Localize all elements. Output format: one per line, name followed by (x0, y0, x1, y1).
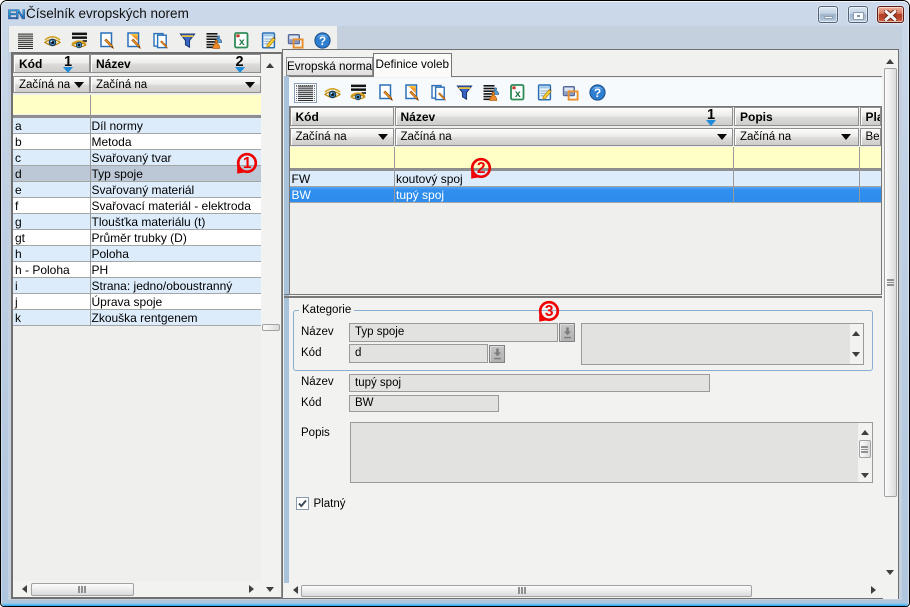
svg-text:x: x (239, 36, 245, 48)
svg-text:N: N (16, 6, 26, 22)
svg-text:3: 3 (545, 303, 554, 320)
svg-text:?: ? (593, 86, 600, 100)
svg-text:1: 1 (243, 155, 252, 172)
svg-text:x: x (515, 88, 521, 100)
svg-text:?: ? (319, 34, 326, 48)
svg-text:2: 2 (477, 160, 486, 177)
